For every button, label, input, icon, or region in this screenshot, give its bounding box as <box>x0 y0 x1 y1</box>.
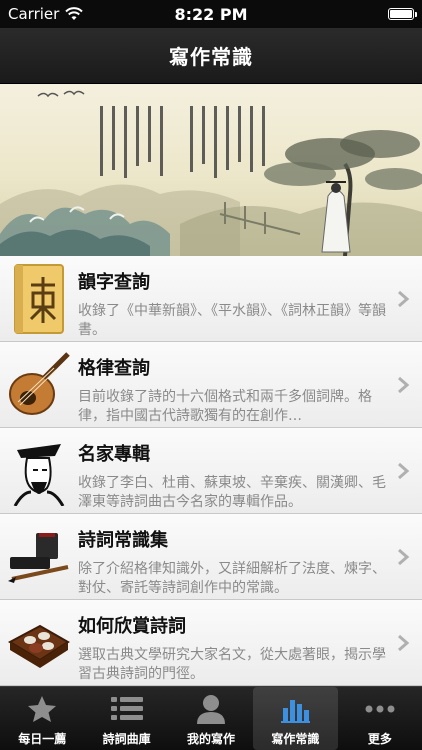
banner-image <box>0 84 422 256</box>
carrier-group: Carrier <box>8 5 84 23</box>
carrier-label: Carrier <box>8 5 60 23</box>
tab-label: 我的寫作 <box>187 732 236 746</box>
tab-label: 更多 <box>367 732 392 746</box>
tab-writing-knowledge[interactable]: 寫作常識 <box>253 687 338 750</box>
wifi-icon <box>65 7 84 20</box>
battery-level <box>390 10 412 18</box>
ink-landscape-illustration <box>0 90 422 256</box>
list-item-description: 收錄了李白、杜甫、蘇東坡、辛棄疾、關漢卿、毛澤東等詩詞曲古今名家的專輯作品。 <box>78 475 386 510</box>
list-item-meter-lookup[interactable]: 格律查詢 目前收錄了詩的十六個格式和兩千多個詞牌。格律，指中國古代詩歌獨有的在創… <box>0 342 422 428</box>
list-icon <box>110 692 144 726</box>
page-title: 寫作常識 <box>169 45 253 69</box>
tab-daily-pick[interactable]: 每日一薦 <box>0 687 84 750</box>
tab-my-writing[interactable]: 我的寫作 <box>169 687 253 750</box>
star-icon <box>25 692 59 726</box>
nav-bar: 寫作常識 <box>0 28 422 84</box>
list-item-description: 選取古典文學研究大家名文，從大處著眼，揭示學習古典詩詞的門徑。 <box>78 647 386 682</box>
list-item-famous-poets[interactable]: 名家專輯 收錄了李白、杜甫、蘇東坡、辛棄疾、關漢卿、毛澤東等詩詞曲古今名家的專輯… <box>0 428 422 514</box>
feature-list: 韻字查詢 收錄了《中華新韻》、《平水韻》、《詞林正韻》等韻書。 格律查詢 目前收… <box>0 256 422 686</box>
ink-brush-icon <box>0 514 78 600</box>
list-item-title: 名家專輯 <box>78 444 150 465</box>
list-item-title: 格律查詢 <box>78 358 150 379</box>
status-bar: Carrier 8:22 PM <box>0 0 422 28</box>
person-icon <box>194 692 228 726</box>
rhyme-book-icon <box>0 256 78 342</box>
tab-poetry-library[interactable]: 詩詞曲庫 <box>84 687 168 750</box>
chevron-right-icon <box>398 634 410 652</box>
bar-chart-icon <box>278 692 312 726</box>
tab-label: 寫作常識 <box>271 732 320 746</box>
more-dots-icon <box>363 692 397 726</box>
list-item-title: 如何欣賞詩詞 <box>78 616 186 637</box>
list-item-description: 目前收錄了詩的十六個格式和兩千多個詞牌。格律，指中國古代詩歌獨有的在創作… <box>78 389 372 424</box>
chevron-right-icon <box>398 290 410 308</box>
list-item-rhyme-lookup[interactable]: 韻字查詢 收錄了《中華新韻》、《平水韻》、《詞林正韻》等韻書。 <box>0 256 422 342</box>
list-item-appreciate-poetry[interactable]: 如何欣賞詩詞 選取古典文學研究大家名文，從大處著眼，揭示學習古典詩詞的門徑。 <box>0 600 422 686</box>
chevron-right-icon <box>398 462 410 480</box>
list-item-description: 收錄了《中華新韻》、《平水韻》、《詞林正韻》等韻書。 <box>78 303 386 338</box>
list-item-title: 韻字查詢 <box>78 272 150 293</box>
tab-label: 每日一薦 <box>18 732 67 746</box>
list-item-poetry-knowledge[interactable]: 詩詞常識集 除了介紹格律知識外，又詳細解析了法度、煉字、對仗、寄託等詩詞創作中的… <box>0 514 422 600</box>
tab-label: 詩詞曲庫 <box>102 732 151 746</box>
chevron-right-icon <box>398 376 410 394</box>
tab-more[interactable]: 更多 <box>338 687 422 750</box>
tab-bar: 每日一薦 詩詞曲庫 我的寫作 寫作常識 更多 <box>0 686 422 750</box>
list-item-description: 除了介紹格律知識外，又詳細解析了法度、煉字、對仗、寄託等詩詞創作中的常識。 <box>78 561 386 596</box>
chevron-right-icon <box>398 548 410 566</box>
battery-icon <box>388 8 417 20</box>
list-item-title: 詩詞常識集 <box>78 530 168 551</box>
lute-icon <box>0 342 78 428</box>
poet-portrait-icon <box>0 428 78 514</box>
tea-set-icon <box>0 600 78 686</box>
